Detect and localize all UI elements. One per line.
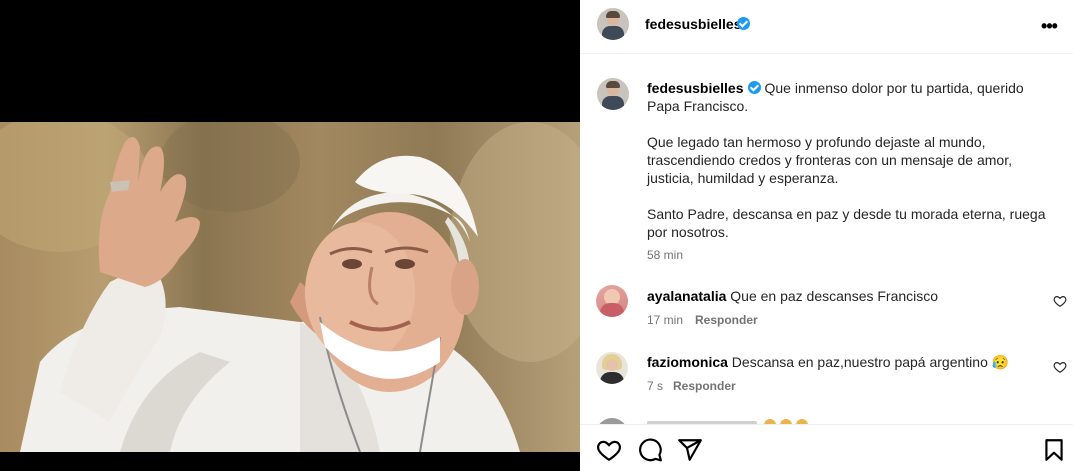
comment-username[interactable]: faziomonica <box>647 354 728 370</box>
comment-avatar[interactable] <box>596 285 628 317</box>
reply-button[interactable]: Responder <box>673 379 736 393</box>
comment-time[interactable]: 7 s <box>647 379 663 393</box>
comment-icon[interactable] <box>637 437 663 463</box>
author-avatar[interactable] <box>597 8 629 40</box>
heart-icon[interactable] <box>596 437 622 463</box>
comment-like-heart-icon[interactable] <box>1053 294 1067 308</box>
author-username[interactable]: fedesusbielles <box>645 16 742 32</box>
comment-username[interactable]: ayalanatalia <box>647 288 726 304</box>
comment-text: Descansa en paz,nuestro papá argentino 😥 <box>731 354 1010 370</box>
comment-text: Que en paz descanses Francisco <box>730 288 939 304</box>
verified-badge-icon <box>737 17 750 30</box>
post-header: fedesusbielles ••• <box>580 0 1073 54</box>
bookmark-icon[interactable] <box>1041 437 1067 463</box>
caption-line-3: Santo Padre, descansa en paz y desde tu … <box>647 206 1046 240</box>
post-photo <box>0 122 580 452</box>
post-action-bar <box>580 424 1073 471</box>
reply-button[interactable]: Responder <box>695 313 758 327</box>
comment-avatar[interactable] <box>596 352 628 384</box>
post-time[interactable]: 58 min <box>647 248 683 262</box>
post-caption: fedesusbielles Que inmenso dolor por tu p… <box>647 79 1057 259</box>
comment-body: faziomonica Descansa en paz,nuestro papá… <box>647 354 1009 371</box>
comment-like-heart-icon[interactable] <box>1053 360 1067 374</box>
comment-time[interactable]: 17 min <box>647 313 683 327</box>
share-icon[interactable] <box>677 437 703 463</box>
caption-line-2: Que legado tan hermoso y profundo dejast… <box>647 134 1012 186</box>
post-panel: fedesusbielles ••• fedesusbielles Que inm… <box>580 0 1073 471</box>
caption-author-avatar[interactable] <box>597 78 629 110</box>
post-media[interactable] <box>0 0 580 471</box>
verified-badge-icon <box>747 81 761 94</box>
more-options-icon[interactable]: ••• <box>1037 14 1061 38</box>
comment-body: ayalanatalia Que en paz descanses Franci… <box>647 288 938 304</box>
caption-username[interactable]: fedesusbielles <box>647 80 744 96</box>
